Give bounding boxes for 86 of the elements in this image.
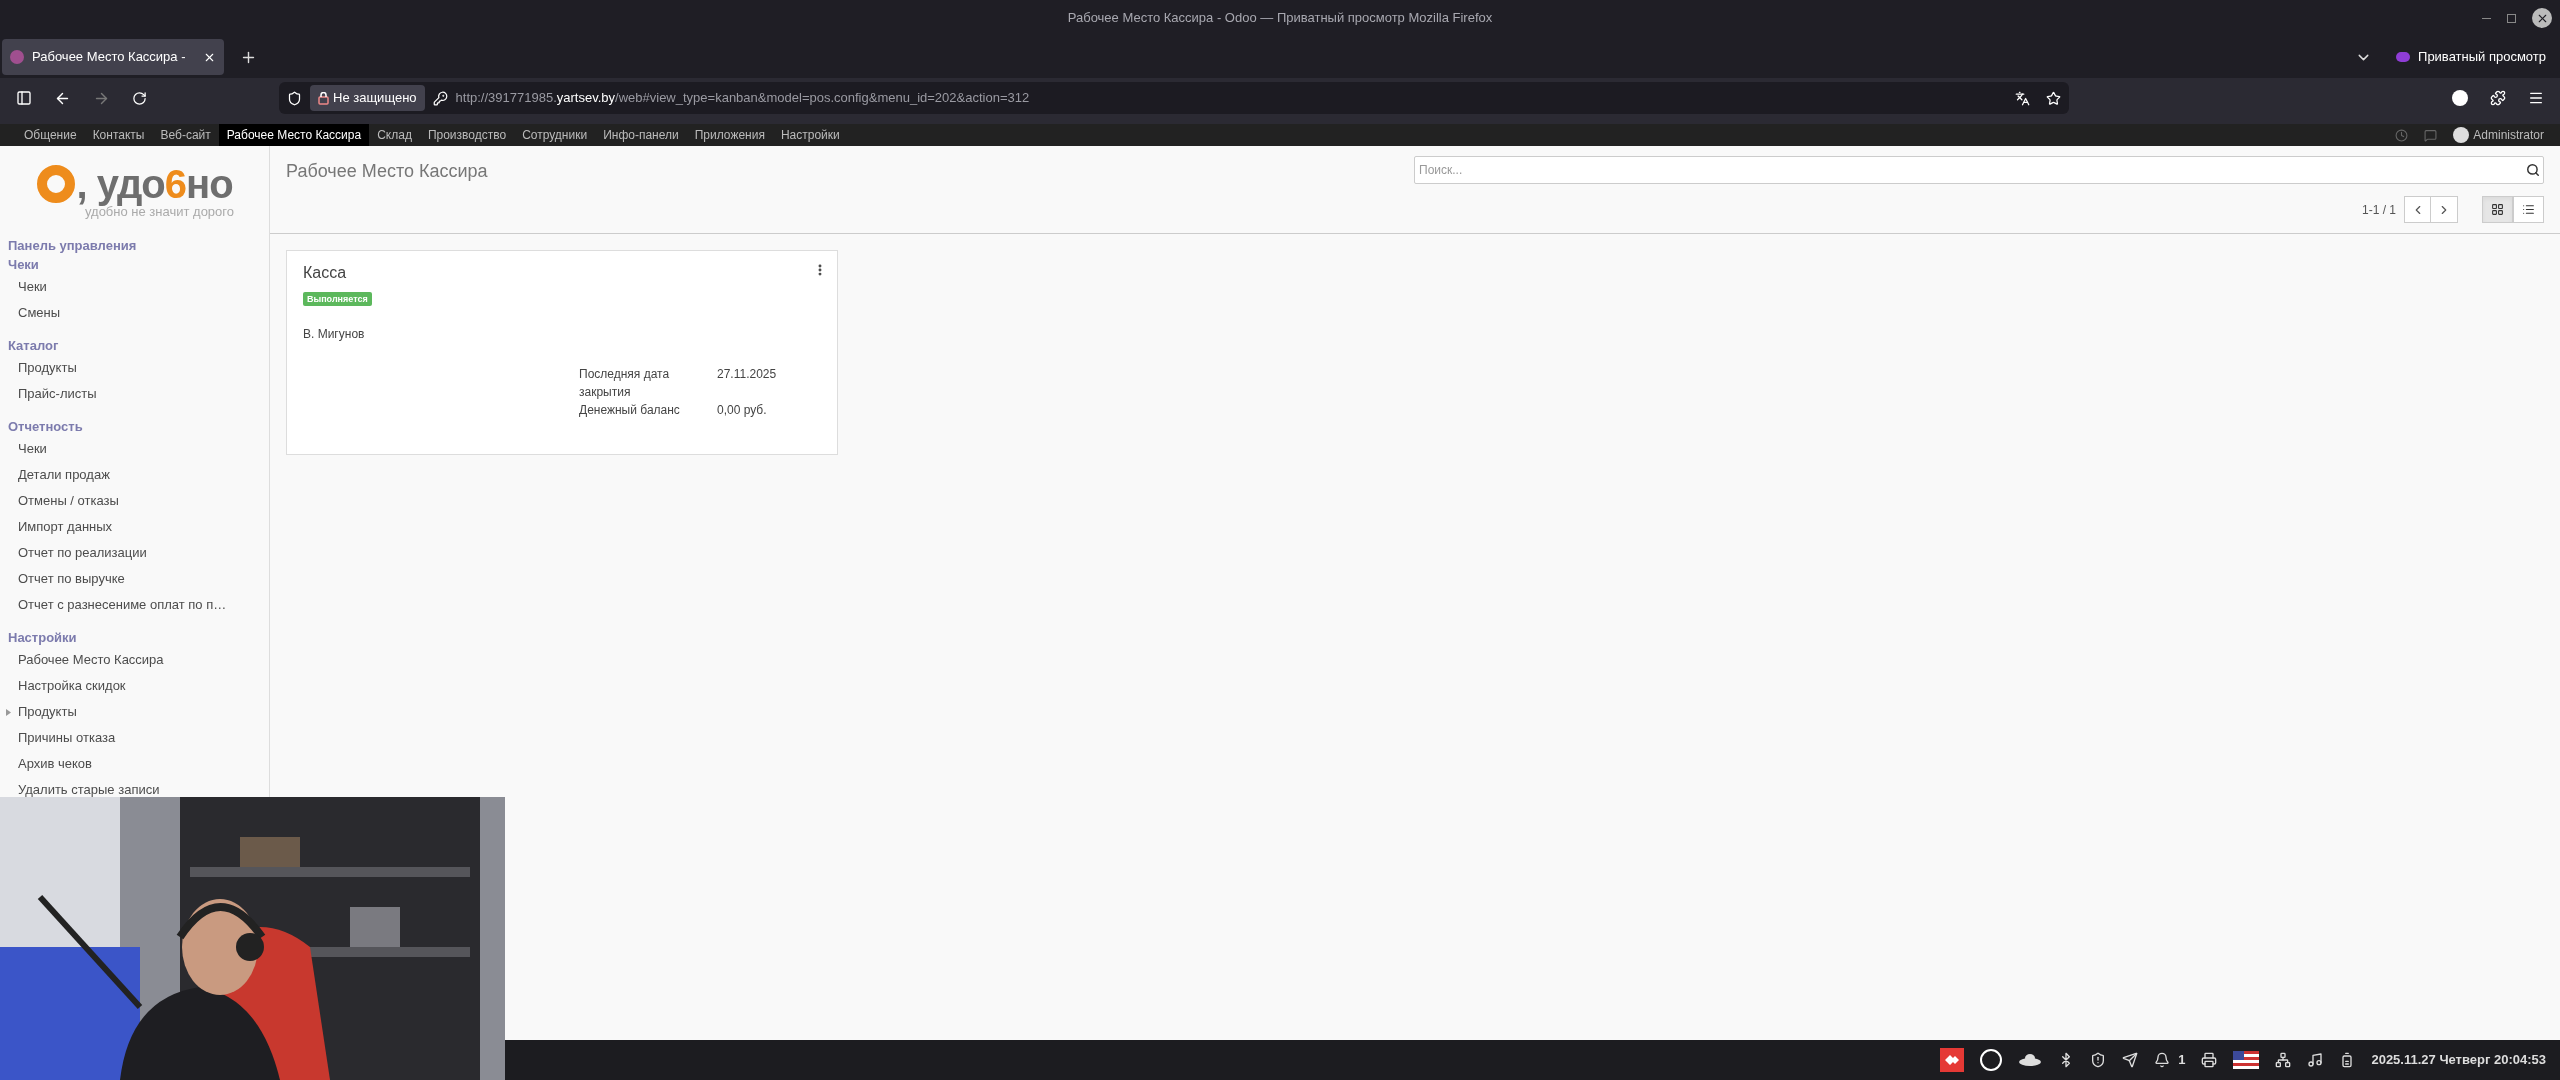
user-avatar-icon <box>2453 127 2470 143</box>
sidebar-item[interactable]: Настройка скидок <box>18 676 126 696</box>
browser-tab[interactable]: Рабочее Место Кассира - <box>2 39 224 75</box>
sidebar-item[interactable]: Причины отказа <box>18 728 116 748</box>
sidebar-item[interactable]: Удалить старые записи <box>18 780 160 800</box>
send-icon[interactable] <box>2122 1052 2139 1068</box>
status-badge: Выполняется <box>303 292 372 306</box>
url-text: http://391771985.yartsev.by/web#view_type=kanban&model=pos.config&menu_id=202&action=312 <box>455 89 1030 108</box>
app-menu-item[interactable]: Веб-сайт <box>152 124 219 146</box>
user-name[interactable]: Administrator <box>2473 126 2544 144</box>
security-label[interactable]: Не защищено <box>310 85 425 111</box>
profile-icon[interactable] <box>2452 90 2468 106</box>
chat-icon[interactable] <box>2424 128 2438 142</box>
field-label: Последняя дата закрытия <box>579 366 671 401</box>
sidebar-item[interactable]: Отчет с разнесениме оплат по п… <box>18 595 227 615</box>
sidebar-section-title: Панель управления <box>7 237 138 255</box>
sidebar-section-title: Отчетность <box>7 418 84 436</box>
app-menu-item[interactable]: Рабочее Место Кассира <box>218 124 370 146</box>
close-button[interactable] <box>2532 8 2552 28</box>
sidebar-item[interactable]: Отчет по выручке <box>18 569 125 589</box>
field-value: 27.11.2025 <box>717 366 777 383</box>
search-icon[interactable] <box>2526 163 2540 177</box>
page-title: Рабочее Место Кассира <box>286 160 488 183</box>
minimize-icon[interactable] <box>2482 17 2491 19</box>
grid-icon <box>2491 203 2504 216</box>
bell-icon[interactable] <box>2154 1052 2171 1068</box>
network-icon[interactable] <box>2275 1052 2292 1068</box>
lock-icon <box>318 91 329 105</box>
shield-icon <box>287 90 302 106</box>
sidebar-item[interactable]: Рабочее Место Кассира <box>18 650 164 670</box>
app-menu-item[interactable]: Контакты <box>84 124 153 146</box>
list-icon <box>2522 203 2535 216</box>
shield-icon[interactable] <box>2090 1052 2107 1068</box>
star-icon[interactable] <box>2046 90 2061 106</box>
notification-count: 1 <box>2178 1051 2186 1070</box>
sidebar-icon[interactable] <box>16 90 32 106</box>
activity-icon[interactable] <box>2395 128 2409 142</box>
taskbar-clock: 2025.11.27 Четверг 20:04:53 <box>2371 1051 2546 1070</box>
logo-drawing <box>36 163 77 204</box>
url-bar[interactable]: Не защищено http://391771985.yartsev.by/web#view_type=kanban&model=pos.config&menu_id=202&action=312 <box>279 82 2069 114</box>
maximize-icon[interactable] <box>2507 13 2516 23</box>
sidebar-item[interactable]: Отмены / отказы <box>18 491 119 511</box>
app-menu-item[interactable]: Приложения <box>686 124 773 146</box>
kanban-card[interactable]: Касса Выполняется В. Мигунов Последняя дата закрытия 27.11.2025 Денежный баланс 0,00 руб. <box>286 250 838 455</box>
sidebar-section-title: Каталог <box>7 337 60 355</box>
view-switch-button[interactable] <box>2482 196 2513 223</box>
sidebar-item[interactable]: Импорт данных <box>18 517 113 537</box>
music-icon[interactable] <box>2307 1052 2324 1068</box>
app-menu-item[interactable]: Склад <box>369 124 420 146</box>
sidebar-item[interactable]: Продукты <box>18 702 77 722</box>
app-menu-item[interactable]: Сотрудники <box>514 124 596 146</box>
menu-icon[interactable] <box>2528 90 2544 106</box>
sidebar-item[interactable]: Чеки <box>18 277 47 297</box>
app-menu-item[interactable]: Настройки <box>772 124 848 146</box>
sidebar-item[interactable]: Смены <box>18 303 61 323</box>
search-field[interactable]: Поиск... <box>1414 156 2544 184</box>
sidebar-item[interactable]: Чеки <box>18 439 47 459</box>
sidebar-item[interactable]: Отчет по реализации <box>18 543 147 563</box>
reload-icon[interactable] <box>132 90 147 106</box>
window-title: Рабочее Место Кассира - Odoo — Приватный просмотр Mozilla Firefox <box>1067 9 1493 28</box>
pager-text: 1-1 / 1 <box>2361 201 2396 219</box>
ufo-icon[interactable] <box>2018 1053 2043 1067</box>
tab-favicon-icon <box>10 50 24 64</box>
card-user: В. Мигунов <box>303 326 366 343</box>
key-icon <box>432 90 448 106</box>
field-label: Денежный баланс <box>579 402 681 419</box>
app-menu-item[interactable]: Производство <box>419 124 515 146</box>
flag-icon[interactable] <box>2233 1051 2260 1069</box>
view-switch-button[interactable] <box>2513 196 2544 223</box>
sidebar-item[interactable]: Детали продаж <box>18 465 110 485</box>
sidebar-item[interactable]: Архив чеков <box>18 754 92 774</box>
expand-caret-icon[interactable] <box>6 708 11 716</box>
sidebar-section-title: Настройки <box>7 629 78 647</box>
extensions-icon[interactable] <box>2490 90 2506 106</box>
field-value: 0,00 руб. <box>717 402 767 419</box>
sidebar-item[interactable]: Продукты <box>18 358 77 378</box>
translate-icon[interactable] <box>2015 90 2030 106</box>
private-label: Приватный просмотр <box>2418 48 2546 67</box>
tab-title: Рабочее Место Кассира - <box>32 48 187 67</box>
app-menu-item[interactable]: Общение <box>16 124 85 146</box>
sidebar-section-title: Чеки <box>7 256 40 274</box>
app-menu-item[interactable]: Инфо-панели <box>595 124 687 146</box>
card-title: Касса <box>303 264 347 281</box>
sidebar-item[interactable]: Прайс-листы <box>18 384 97 404</box>
printer-icon[interactable] <box>2201 1052 2218 1068</box>
logo-text: , удо6но <box>76 163 233 204</box>
